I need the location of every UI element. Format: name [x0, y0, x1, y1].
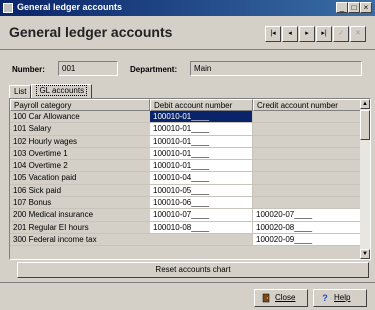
- maximize-button[interactable]: □: [348, 2, 360, 13]
- category-cell: 107 Bonus: [10, 197, 150, 210]
- category-cell: 201 Regular EI hours: [10, 221, 150, 234]
- last-record-button[interactable]: ▸|: [316, 26, 332, 42]
- help-icon: ?: [322, 293, 328, 303]
- close-button[interactable]: Close: [254, 289, 308, 307]
- scroll-up-button[interactable]: ▲: [360, 99, 370, 109]
- close-window-button[interactable]: ×: [360, 2, 372, 13]
- table-row[interactable]: 104 Overtime 2 100010-01____: [10, 160, 362, 173]
- minimize-button[interactable]: _: [336, 2, 348, 13]
- category-cell: 102 Hourly wages: [10, 135, 150, 148]
- department-label: Department:: [130, 65, 178, 74]
- credit-cell[interactable]: [253, 147, 362, 161]
- department-field[interactable]: Main: [190, 61, 362, 76]
- number-label: Number:: [12, 65, 45, 74]
- window-title: General ledger accounts: [17, 2, 123, 12]
- help-button[interactable]: ? Help: [313, 289, 367, 307]
- debit-cell[interactable]: 100010-07____: [150, 209, 253, 222]
- category-cell: 200 Medical insurance: [10, 209, 150, 222]
- table-body: 100 Car Allowance 100010-01____ 101 Sala…: [10, 111, 362, 247]
- reset-accounts-chart-button[interactable]: Reset accounts chart: [17, 262, 369, 278]
- table-row[interactable]: 102 Hourly wages 100010-01____: [10, 135, 362, 148]
- category-cell: 103 Overtime 1: [10, 147, 150, 161]
- column-header-credit-account[interactable]: Credit account number: [253, 99, 362, 111]
- tab-list[interactable]: List: [9, 85, 32, 98]
- credit-cell[interactable]: [253, 123, 362, 136]
- credit-cell[interactable]: 100020-07____: [253, 209, 362, 222]
- category-cell: 101 Salary: [10, 123, 150, 136]
- previous-record-button[interactable]: ◂: [282, 26, 298, 42]
- app-icon: [3, 3, 13, 13]
- record-fields: Number: 001 Department: Main: [0, 51, 375, 85]
- category-cell: 104 Overtime 2: [10, 160, 150, 173]
- debit-cell[interactable]: 100010-01____: [150, 111, 253, 124]
- table-row[interactable]: 201 Regular EI hours 100010-08____ 10002…: [10, 221, 362, 234]
- table-row[interactable]: 107 Bonus 100010-06____: [10, 197, 362, 210]
- debit-cell[interactable]: 100010-05____: [150, 184, 253, 198]
- help-button-label: Help: [334, 293, 351, 302]
- record-navigation: |◂ ◂ ▸ ▸| ✓ ✕: [265, 26, 366, 42]
- credit-cell[interactable]: [253, 135, 362, 148]
- debit-cell[interactable]: 100010-01____: [150, 135, 253, 148]
- tab-gl-accounts[interactable]: GL accounts: [31, 84, 93, 98]
- credit-cell[interactable]: [253, 184, 362, 198]
- tab-gl-accounts-label: GL accounts: [36, 85, 88, 96]
- scroll-down-button[interactable]: ▼: [360, 249, 370, 259]
- column-header-payroll-category[interactable]: Payroll category: [10, 99, 150, 111]
- table-row[interactable]: 100 Car Allowance 100010-01____: [10, 111, 362, 124]
- door-icon: [261, 293, 271, 303]
- table-row[interactable]: 105 Vacation paid 100010-04____: [10, 172, 362, 185]
- confirm-button[interactable]: ✓: [333, 26, 349, 42]
- credit-cell[interactable]: [253, 111, 362, 124]
- vertical-scrollbar[interactable]: ▲ ▼: [360, 99, 370, 259]
- form-header: General ledger accounts |◂ ◂ ▸ ▸| ✓ ✕: [0, 16, 375, 50]
- credit-cell[interactable]: [253, 172, 362, 185]
- credit-cell[interactable]: 100020-09____: [253, 233, 362, 247]
- credit-cell[interactable]: [253, 197, 362, 210]
- category-cell: 106 Sick paid: [10, 184, 150, 198]
- table-row[interactable]: 101 Salary 100010-01____: [10, 123, 362, 136]
- category-cell: 105 Vacation paid: [10, 172, 150, 185]
- cancel-button[interactable]: ✕: [350, 26, 366, 42]
- debit-cell[interactable]: [150, 233, 253, 247]
- debit-cell[interactable]: 100010-06____: [150, 197, 253, 210]
- close-button-label: Close: [275, 293, 296, 302]
- number-field[interactable]: 001: [58, 61, 118, 76]
- table-row[interactable]: 103 Overtime 1 100010-01____: [10, 147, 362, 161]
- category-cell: 300 Federal income tax: [10, 233, 150, 247]
- column-header-debit-account[interactable]: Debit account number: [150, 99, 253, 111]
- scroll-thumb[interactable]: [360, 110, 370, 140]
- next-record-button[interactable]: ▸: [299, 26, 315, 42]
- debit-cell[interactable]: 100010-01____: [150, 160, 253, 173]
- credit-cell[interactable]: [253, 160, 362, 173]
- page-title: General ledger accounts: [9, 24, 173, 40]
- debit-cell[interactable]: 100010-01____: [150, 123, 253, 136]
- debit-cell[interactable]: 100010-04____: [150, 172, 253, 185]
- table-row[interactable]: 200 Medical insurance 100010-07____ 1000…: [10, 209, 362, 222]
- table-row[interactable]: 106 Sick paid 100010-05____: [10, 184, 362, 198]
- debit-cell[interactable]: 100010-01____: [150, 147, 253, 161]
- first-record-button[interactable]: |◂: [265, 26, 281, 42]
- table-header: Payroll category Debit account number Cr…: [10, 99, 362, 111]
- table-row[interactable]: 300 Federal income tax 100020-09____: [10, 233, 362, 247]
- credit-cell[interactable]: 100020-08____: [253, 221, 362, 234]
- tab-list-label: List: [14, 87, 27, 96]
- window-titlebar: General ledger accounts _ □ ×: [0, 0, 375, 16]
- tab-bar: List GL accounts: [9, 84, 93, 98]
- debit-cell[interactable]: 100010-08____: [150, 221, 253, 234]
- gl-accounts-table: Payroll category Debit account number Cr…: [9, 98, 371, 260]
- footer-bar: Close ? Help: [0, 282, 375, 310]
- category-cell: 100 Car Allowance: [10, 111, 150, 124]
